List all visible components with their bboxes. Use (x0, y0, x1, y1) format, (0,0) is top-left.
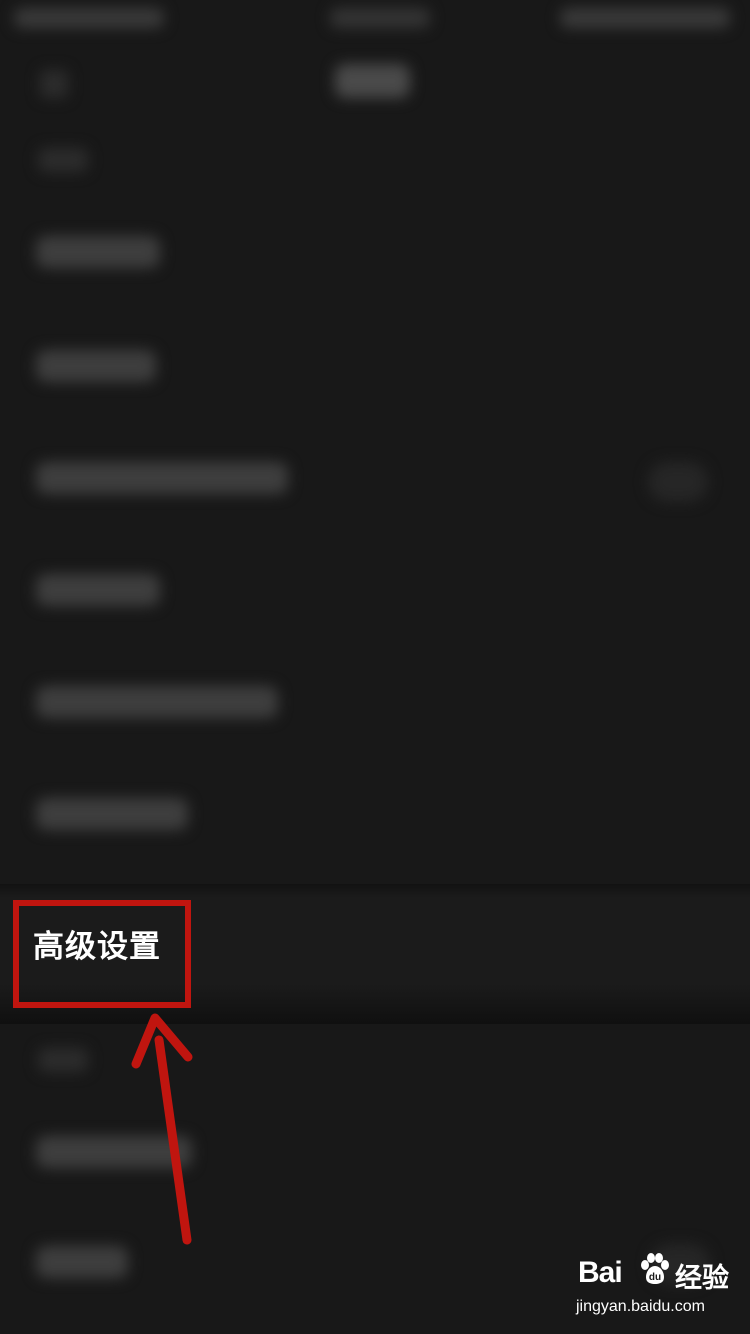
back-icon[interactable] (40, 70, 68, 98)
status-bar-battery (560, 8, 730, 28)
page-title (335, 64, 410, 98)
svg-text:du: du (649, 1272, 661, 1283)
section-header (38, 148, 88, 172)
baidu-paw-icon: du (641, 1253, 669, 1284)
highlight-annotation-box (13, 900, 191, 1008)
settings-item[interactable] (36, 686, 278, 718)
blurred-settings-background (0, 0, 750, 1334)
settings-item[interactable] (36, 236, 160, 268)
section-header (38, 1048, 88, 1072)
watermark-brand-bai: Bai (578, 1256, 623, 1289)
settings-item[interactable] (36, 350, 156, 382)
status-bar (0, 0, 750, 45)
settings-toggle[interactable] (648, 462, 708, 502)
status-bar-carrier (330, 8, 430, 28)
settings-item[interactable] (36, 1136, 192, 1168)
settings-item[interactable] (36, 462, 288, 494)
settings-item[interactable] (36, 1246, 128, 1278)
watermark-url: jingyan.baidu.com (576, 1298, 705, 1315)
status-bar-time (14, 8, 164, 28)
watermark-brand-jingyan: 经验 (675, 1263, 729, 1294)
settings-item[interactable] (36, 798, 188, 830)
settings-item[interactable] (36, 574, 160, 606)
screen: 高级设置 Bai du 经验 jingyan.baidu.com (0, 0, 750, 1334)
baidu-jingyan-watermark: Bai du 经验 jingyan.baidu.com (572, 1250, 742, 1320)
